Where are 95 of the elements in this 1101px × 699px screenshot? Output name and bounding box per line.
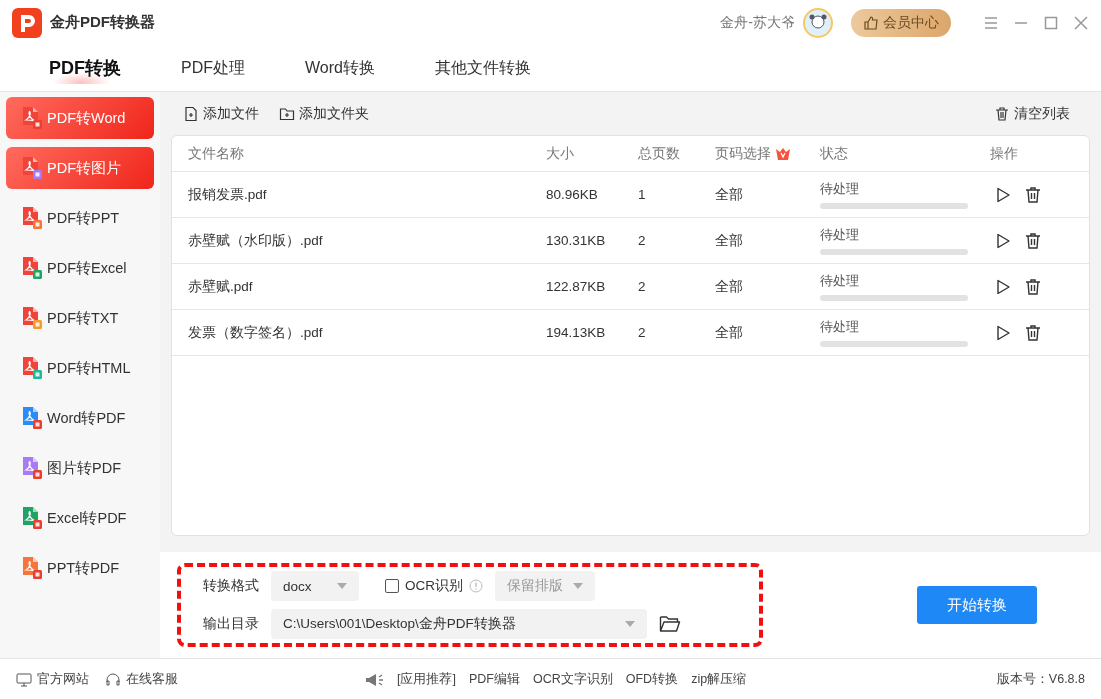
nav-tab[interactable]: 其他文件转换 [434,53,531,83]
page-range: 全部 [715,323,744,342]
ocr-checkbox[interactable] [385,579,399,593]
page-count: 1 [638,187,647,202]
file-icon [21,456,43,480]
file-icon [21,306,43,330]
recommend-link[interactable]: PDF编辑 [468,671,520,688]
trash-icon[interactable] [1024,323,1042,342]
app-logo [12,7,42,38]
column-header: 页码选择 [715,144,771,163]
recommend-link[interactable]: zip解压缩 [691,671,747,688]
status-text: 待处理 [820,318,860,336]
page-count: 2 [638,325,647,340]
file-icon [21,356,43,380]
status-text: 待处理 [820,180,860,198]
play-icon[interactable] [994,277,1012,296]
caret-icon [573,583,583,589]
nav-tab[interactable]: Word转换 [305,53,375,83]
megaphone-icon [364,671,384,688]
file-icon [21,156,43,180]
vip-center-button[interactable]: 会员中心 [851,8,951,37]
file-icon [21,506,43,530]
nav-tab[interactable]: PDF处理 [181,53,245,83]
crown-badge-icon [775,146,791,161]
recommend-link[interactable]: OFD转换 [625,671,679,688]
file-size: 80.96KB [546,187,599,202]
file-icon [21,256,43,280]
sidebar-item[interactable]: Word转PDF [6,397,154,439]
file-icon [21,106,43,130]
column-header: 操作 [990,144,1019,163]
website-link[interactable]: 官方网站 [16,671,89,688]
status-text: 待处理 [820,272,860,290]
thumbs-up-icon [863,14,879,31]
trash-icon [994,105,1010,122]
sidebar-item[interactable]: PDF转Word [6,97,154,139]
trash-icon[interactable] [1024,231,1042,250]
page-count: 2 [638,279,647,294]
file-name: 报销发票.pdf [188,185,268,204]
trash-icon[interactable] [1024,277,1042,296]
file-icon [21,206,43,230]
file-size: 130.31KB [546,233,607,248]
add-folder-button[interactable]: 添加文件夹 [279,104,369,123]
format-label: 转换格式 [203,577,259,595]
file-size: 122.87KB [546,279,607,294]
sidebar-item[interactable]: PPT转PDF [6,547,154,589]
add-file-button[interactable]: 添加文件 [183,104,259,123]
file-name: 赤壁赋（水印版）.pdf [188,231,324,250]
column-header: 大小 [546,144,575,163]
play-icon[interactable] [994,231,1012,250]
info-icon [469,579,483,593]
sidebar-item[interactable]: Excel转PDF [6,497,154,539]
file-size: 194.13KB [546,325,607,340]
headset-icon [105,672,121,687]
page-range: 全部 [715,185,744,204]
output-label: 输出目录 [203,615,259,633]
start-convert-button[interactable]: 开始转换 [917,586,1037,624]
file-name: 赤壁赋.pdf [188,277,254,296]
output-path-select[interactable]: C:\Users\001\Desktop\金舟PDF转换器 [271,609,647,639]
file-plus-icon [183,105,199,122]
page-range: 全部 [715,277,744,296]
sidebar-item[interactable]: PDF转HTML [6,347,154,389]
column-header: 文件名称 [188,144,245,163]
recommend-link[interactable]: OCR文字识别 [532,671,613,688]
recommend-link[interactable]: [应用推荐] [397,671,456,688]
play-icon[interactable] [994,323,1012,342]
file-name: 发票（数字签名）.pdf [188,323,324,342]
close-icon[interactable] [1073,14,1089,31]
ocr-label: OCR识别 [405,577,463,595]
sidebar-item[interactable]: PDF转图片 [6,147,154,189]
file-icon [21,406,43,430]
clear-list-button[interactable]: 清空列表 [994,104,1070,123]
support-link[interactable]: 在线客服 [105,671,178,688]
file-icon [21,556,43,580]
sidebar-item[interactable]: PDF转PPT [6,197,154,239]
play-icon[interactable] [994,185,1012,204]
caret-icon [337,583,347,589]
sidebar-item[interactable]: PDF转TXT [6,297,154,339]
page-range: 全部 [715,231,744,250]
trash-icon[interactable] [1024,185,1042,204]
status-text: 待处理 [820,226,860,244]
monitor-icon [16,672,32,687]
avatar-icon[interactable] [803,7,833,38]
column-header: 总页数 [638,144,681,163]
app-title: 金舟PDF转换器 [50,13,155,32]
format-select[interactable]: docx [271,571,359,601]
sidebar-item[interactable]: 图片转PDF [6,447,154,489]
maximize-icon[interactable] [1043,14,1059,31]
caret-icon [625,621,635,627]
version-text: 版本号：V6.8.8 [996,671,1085,688]
folder-plus-icon [279,105,295,122]
folder-icon[interactable] [659,615,681,633]
user-name: 金舟-苏大爷 [720,13,795,32]
column-header: 状态 [820,144,849,163]
page-count: 2 [638,233,647,248]
sidebar-item[interactable]: PDF转Excel [6,247,154,289]
